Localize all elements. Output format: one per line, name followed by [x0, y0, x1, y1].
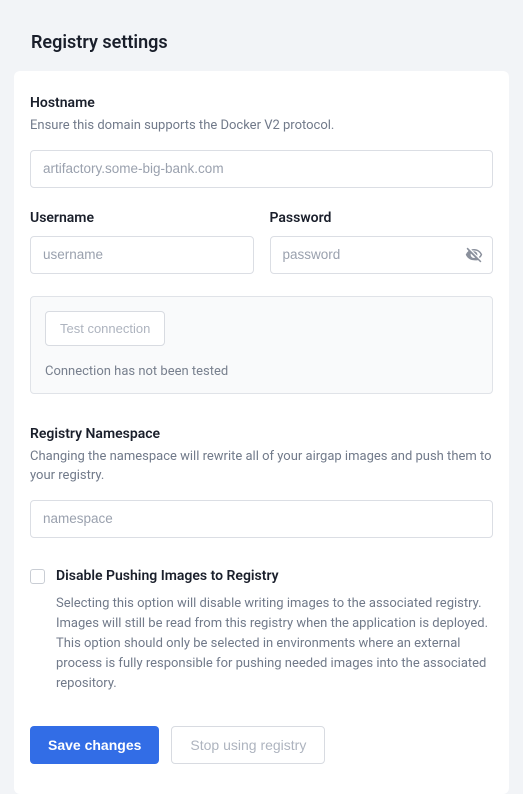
test-connection-status: Connection has not been tested	[45, 364, 478, 379]
hostname-section: Hostname Ensure this domain supports the…	[30, 95, 493, 188]
save-button[interactable]: Save changes	[30, 726, 159, 764]
hostname-input[interactable]	[30, 150, 493, 188]
action-buttons: Save changes Stop using registry	[30, 726, 493, 764]
test-connection-box: Test connection Connection has not been …	[30, 296, 493, 394]
password-label: Password	[270, 210, 494, 226]
settings-card: Hostname Ensure this domain supports the…	[14, 71, 509, 794]
disable-push-label: Disable Pushing Images to Registry	[56, 568, 493, 584]
visibility-off-icon[interactable]	[465, 246, 483, 264]
username-section: Username	[30, 210, 254, 274]
test-connection-button[interactable]: Test connection	[45, 311, 165, 346]
namespace-section: Registry Namespace Changing the namespac…	[30, 426, 493, 538]
password-section: Password	[270, 210, 494, 274]
stop-using-registry-button[interactable]: Stop using registry	[171, 726, 325, 764]
username-input[interactable]	[30, 236, 254, 274]
hostname-help: Ensure this domain supports the Docker V…	[30, 117, 493, 136]
namespace-input[interactable]	[30, 500, 493, 538]
namespace-help: Changing the namespace will rewrite all …	[30, 448, 493, 486]
credentials-row: Username Password	[30, 210, 493, 274]
namespace-label: Registry Namespace	[30, 426, 493, 442]
disable-push-checkbox[interactable]	[30, 569, 45, 584]
username-label: Username	[30, 210, 254, 226]
password-input[interactable]	[270, 236, 494, 274]
disable-push-help: Selecting this option will disable writi…	[56, 594, 493, 695]
page-title: Registry settings	[31, 32, 509, 53]
disable-push-content: Disable Pushing Images to Registry Selec…	[56, 568, 493, 695]
disable-push-row: Disable Pushing Images to Registry Selec…	[30, 568, 493, 695]
hostname-label: Hostname	[30, 95, 493, 111]
